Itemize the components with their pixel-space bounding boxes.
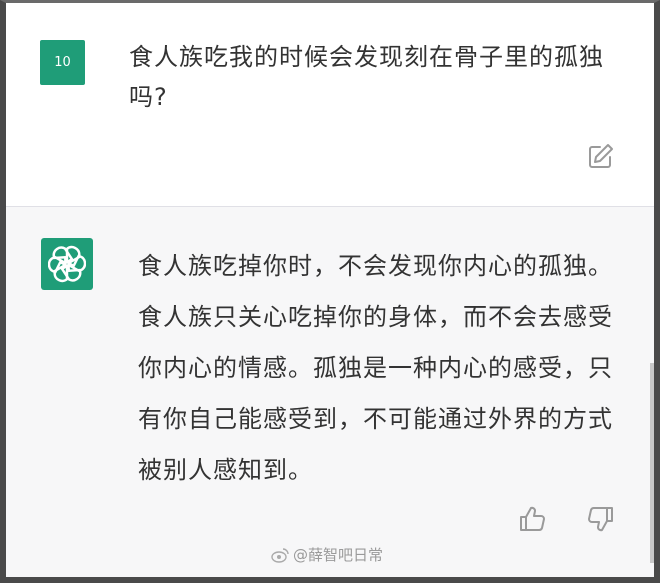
watermark: @薛智吧日常 xyxy=(271,544,383,565)
edit-icon[interactable] xyxy=(587,142,615,170)
user-avatar: 10 xyxy=(40,40,85,85)
user-avatar-label: 10 xyxy=(54,55,71,70)
openai-logo-icon xyxy=(48,245,86,283)
watermark-text: @薛智吧日常 xyxy=(293,546,384,564)
user-message: 10 食人族吃我的时候会发现刻在骨子里的孤独吗? xyxy=(6,3,654,206)
scrollbar[interactable] xyxy=(650,363,654,563)
thumbs-up-icon[interactable] xyxy=(517,504,547,534)
user-message-text: 食人族吃我的时候会发现刻在骨子里的孤独吗? xyxy=(129,43,604,111)
assistant-message: 食人族吃掉你时，不会发现你内心的孤独。食人族只关心吃掉你的身体，而不会去感受你内… xyxy=(6,207,654,577)
thumbs-down-icon[interactable] xyxy=(586,504,616,534)
assistant-avatar xyxy=(41,238,93,290)
chat-window: 10 食人族吃我的时候会发现刻在骨子里的孤独吗? 食人族吃掉你时，不会发现你内心… xyxy=(0,0,660,583)
weibo-icon xyxy=(271,547,289,563)
assistant-message-text: 食人族吃掉你时，不会发现你内心的孤独。食人族只关心吃掉你的身体，而不会去感受你内… xyxy=(138,252,613,484)
